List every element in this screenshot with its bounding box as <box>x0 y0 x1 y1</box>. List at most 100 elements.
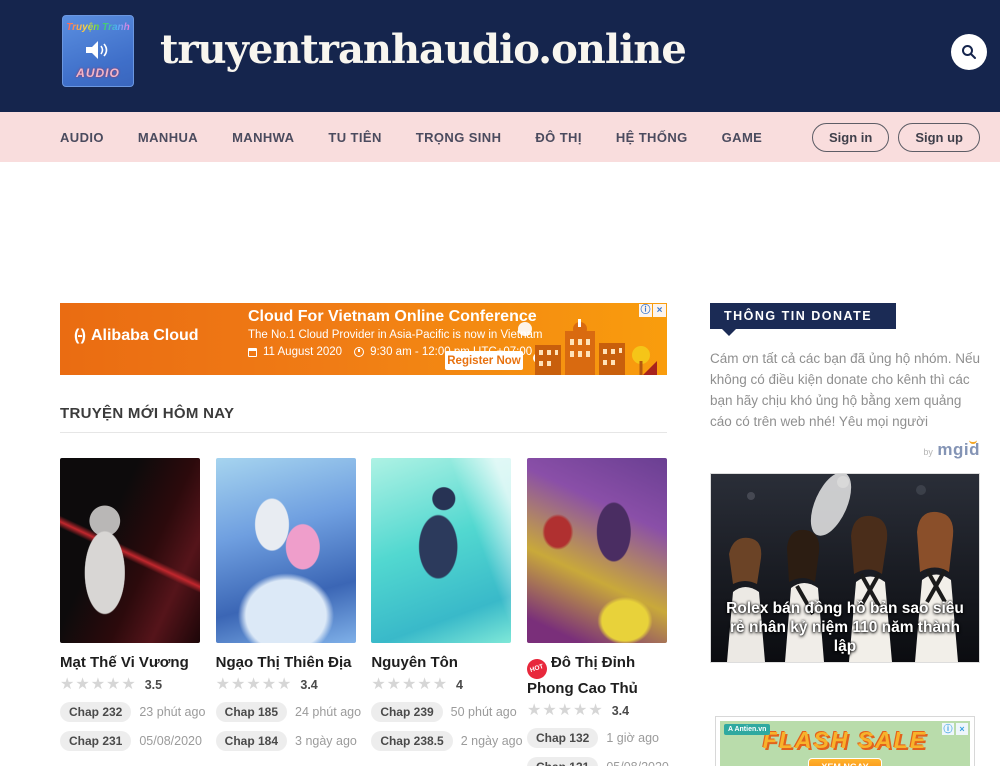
chapter-link[interactable]: Chap 232 <box>60 702 131 722</box>
chapter-link[interactable]: Chap 184 <box>216 731 287 751</box>
speaker-icon <box>85 39 111 61</box>
comic-card: HOTĐô Thị Đỉnh Phong Cao Thủ ★★★★★ 3.4 C… <box>527 458 667 766</box>
chapter-row: Chap 132 1 giờ ago <box>527 728 667 748</box>
sign-up-button[interactable]: Sign up <box>898 123 980 152</box>
chapter-link[interactable]: Chap 131 <box>527 757 598 766</box>
chapter-time: 24 phút ago <box>295 705 361 719</box>
rating-value: 4 <box>456 678 463 692</box>
sign-in-button[interactable]: Sign in <box>812 123 889 152</box>
comic-card: Ngạo Thị Thiên Địa ★★★★★ 3.4 Chap 185 24… <box>216 458 356 766</box>
ad-close-icon[interactable]: × <box>653 304 666 317</box>
nav-item-trong-sinh[interactable]: TRỌNG SINH <box>416 130 502 145</box>
alibaba-brand: (-) Alibaba Cloud <box>74 327 199 345</box>
comic-title[interactable]: Ngạo Thị Thiên Địa <box>216 653 356 672</box>
clock-icon <box>354 347 364 357</box>
ad-controls: ⓘ × <box>639 304 666 317</box>
mgid-logo: mgid <box>937 440 980 459</box>
chapter-row: Chap 238.5 2 ngày ago <box>371 731 511 751</box>
rolex-ad-caption: Rolex bán đồng hồ bản sao siêu rẻ nhân k… <box>711 599 979 656</box>
rating-row: ★★★★★ 3.4 <box>216 677 356 693</box>
hot-badge: HOT <box>524 656 549 681</box>
comic-title[interactable]: Nguyên Tôn <box>371 653 511 672</box>
comic-title[interactable]: HOTĐô Thị Đỉnh Phong Cao Thủ <box>527 653 667 698</box>
chapter-row: Chap 239 50 phút ago <box>371 702 511 722</box>
chapter-time: 05/08/2020 <box>606 760 669 766</box>
calendar-icon <box>248 348 257 357</box>
chapter-time: 50 phút ago <box>451 705 517 719</box>
main-content: (-) Alibaba Cloud Cloud For Vietnam Onli… <box>60 303 667 766</box>
rating-value: 3.5 <box>145 678 162 692</box>
ad-subtitle: The No.1 Cloud Provider in Asia-Pacific … <box>248 329 542 341</box>
nav-item-manhwa[interactable]: MANHWA <box>232 130 294 145</box>
nav-item-tu-tien[interactable]: TU TIÊN <box>328 130 381 145</box>
nav-item-game[interactable]: GAME <box>722 130 763 145</box>
ad-close-icon[interactable]: × <box>956 723 968 735</box>
rating-row: ★★★★★ 4 <box>371 677 511 693</box>
donate-heading: THÔNG TIN DONATE <box>710 303 896 329</box>
main-nav: AUDIO MANHUA MANHWA TU TIÊN TRỌNG SINH Đ… <box>0 112 1000 162</box>
star-rating-icon: ★★★★★ <box>216 677 293 693</box>
chapter-link[interactable]: Chap 185 <box>216 702 287 722</box>
chapter-time: 2 ngày ago <box>461 734 523 748</box>
rolex-native-ad[interactable]: Rolex bán đồng hồ bản sao siêu rẻ nhân k… <box>710 473 980 663</box>
chapter-link[interactable]: Chap 231 <box>60 731 131 751</box>
site-logo[interactable]: Truyện Tranh AUDIO <box>62 15 134 87</box>
mgid-by-label: by <box>923 447 933 457</box>
comic-cards: Mạt Thế Vi Vương ★★★★★ 3.5 Chap 232 23 p… <box>60 458 667 766</box>
comic-cover-image[interactable] <box>371 458 511 643</box>
star-rating-icon: ★★★★★ <box>371 677 448 693</box>
star-rating-icon: ★★★★★ <box>60 677 137 693</box>
comic-card: Mạt Thế Vi Vương ★★★★★ 3.5 Chap 232 23 p… <box>60 458 200 766</box>
section-divider <box>60 432 667 433</box>
chapter-time: 23 phút ago <box>139 705 205 719</box>
nav-item-manhua[interactable]: MANHUA <box>138 130 198 145</box>
ad-controls: ⓘ × <box>942 723 968 735</box>
site-header: Truyện Tranh AUDIO truyentranhaudio.onli… <box>0 0 1000 112</box>
chapter-row: Chap 131 05/08/2020 <box>527 757 667 766</box>
nav-item-he-thong[interactable]: HỆ THỐNG <box>616 130 688 145</box>
ad-info-icon[interactable]: ⓘ <box>639 304 652 317</box>
donate-text: Cám ơn tất cả các bạn đã ủng hộ nhóm. Nế… <box>710 348 980 432</box>
logo-text-audio: AUDIO <box>76 66 120 80</box>
chapter-row: Chap 184 3 ngày ago <box>216 731 356 751</box>
rating-row: ★★★★★ 3.4 <box>527 703 667 719</box>
section-title: TRUYỆN MỚI HÔM NAY <box>60 405 667 422</box>
nav-items: AUDIO MANHUA MANHWA TU TIÊN TRỌNG SINH Đ… <box>60 130 796 145</box>
chapter-row: Chap 185 24 phút ago <box>216 702 356 722</box>
rating-value: 3.4 <box>300 678 317 692</box>
chapter-link[interactable]: Chap 132 <box>527 728 598 748</box>
search-icon <box>960 43 978 61</box>
mgid-attribution[interactable]: by mgid <box>710 440 980 460</box>
comic-cover-image[interactable] <box>60 458 200 643</box>
site-title[interactable]: truyentranhaudio.online <box>160 26 686 73</box>
nav-item-audio[interactable]: AUDIO <box>60 130 104 145</box>
rating-value: 3.4 <box>612 704 629 718</box>
buildings-illustration <box>507 317 657 375</box>
chapter-time: 05/08/2020 <box>139 734 202 748</box>
chapter-time: 1 giờ ago <box>606 731 659 745</box>
flash-sale-ad[interactable]: A Antien.vn ⓘ × FLASH SALE XEM NGAY <box>715 716 975 766</box>
ad-title: Cloud For Vietnam Online Conference <box>248 308 542 326</box>
flash-sale-inner: A Antien.vn ⓘ × FLASH SALE XEM NGAY <box>720 721 970 766</box>
alibaba-ad-banner[interactable]: (-) Alibaba Cloud Cloud For Vietnam Onli… <box>60 303 667 375</box>
xem-ngay-button[interactable]: XEM NGAY <box>808 758 881 766</box>
ad-date: 11 August 2020 <box>263 346 342 358</box>
chapter-row: Chap 231 05/08/2020 <box>60 731 200 751</box>
alibaba-logo-icon: (-) <box>74 327 84 345</box>
nav-item-do-thi[interactable]: ĐÔ THỊ <box>535 130 581 145</box>
star-rating-icon: ★★★★★ <box>527 703 604 719</box>
chapter-link[interactable]: Chap 238.5 <box>371 731 452 751</box>
auth-buttons: Sign in Sign up <box>812 123 980 152</box>
chapter-time: 3 ngày ago <box>295 734 357 748</box>
alibaba-brand-name: Alibaba Cloud <box>91 327 199 345</box>
rating-row: ★★★★★ 3.5 <box>60 677 200 693</box>
comic-cover-image[interactable] <box>527 458 667 643</box>
logo-text-top: Truyện Tranh <box>66 22 130 33</box>
ad-info-icon[interactable]: ⓘ <box>942 723 954 735</box>
search-button[interactable] <box>951 34 987 70</box>
comic-cover-image[interactable] <box>216 458 356 643</box>
comic-title[interactable]: Mạt Thế Vi Vương <box>60 653 200 672</box>
advertiser-logo: A Antien.vn <box>724 724 770 735</box>
chapter-link[interactable]: Chap 239 <box>371 702 442 722</box>
sidebar: THÔNG TIN DONATE Cám ơn tất cả các bạn đ… <box>710 303 980 766</box>
